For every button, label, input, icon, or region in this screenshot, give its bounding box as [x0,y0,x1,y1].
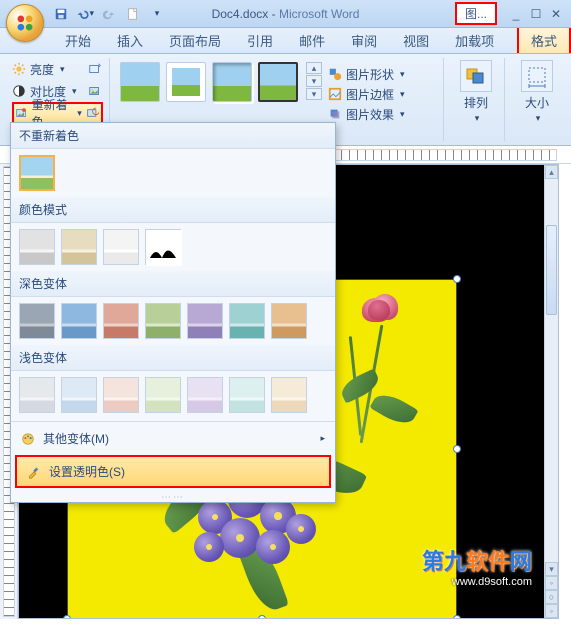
more-variations-item[interactable]: 其他变体(M) ▸ [11,424,335,453]
resize-handle-e[interactable] [453,445,461,453]
maximize-button[interactable]: ☐ [527,6,545,22]
undo-button[interactable]: ▾ [76,5,94,23]
compress-icon[interactable] [87,62,103,76]
tab-picture-format[interactable]: 格式 [517,25,571,53]
section-color-modes: 颜色模式 [11,197,335,223]
qat-customize[interactable]: ▾ [148,5,166,23]
effects-icon [328,107,342,121]
quick-access-toolbar: ▾ ▾ [52,5,166,23]
border-icon [328,87,342,101]
contextual-tab-group-label: 图... [455,2,497,25]
style-scroll-up[interactable]: ▴ [306,62,322,74]
tab-view[interactable]: 视图 [390,26,442,53]
reset-picture-icon[interactable] [86,106,99,120]
arrange-button[interactable]: 排列▾ [454,58,498,124]
dark-variant-3[interactable] [145,303,181,339]
tab-insert[interactable]: 插入 [104,26,156,53]
doc-name: Doc4.docx [212,7,269,21]
picture-options: 图片形状▾ 图片边框▾ 图片效果▾ [328,62,405,124]
light-variant-2[interactable] [103,377,139,413]
light-variant-3[interactable] [145,377,181,413]
window-title: Doc4.docx - Microsoft Word [212,7,360,21]
save-button[interactable] [52,5,70,23]
group-size: 大小▾ [509,58,565,141]
titlebar: ▾ ▾ Doc4.docx - Microsoft Word 图... _ ☐ … [0,0,571,28]
brightness-label: 亮度 [30,61,54,78]
light-variant-4[interactable] [187,377,223,413]
office-logo-icon [15,13,35,33]
office-button[interactable] [6,4,44,42]
scroll-down-button[interactable]: ▾ [545,562,558,576]
resize-handle-sw[interactable] [63,615,71,619]
dark-variant-2[interactable] [103,303,139,339]
window-controls: 图... _ ☐ ✕ [455,2,571,25]
scroll-up-button[interactable]: ▴ [545,165,558,179]
change-picture-icon[interactable] [87,84,103,98]
recolor-dropdown: 不重新着色 颜色模式 深色变体 浅色变体 其他变体(M) ▸ 设置透明色(S) … [10,122,336,503]
picture-style-4[interactable] [258,62,298,102]
eyedropper-icon [27,465,41,479]
resize-handle-ne[interactable] [453,275,461,283]
new-doc-button[interactable] [124,5,142,23]
dropdown-resize-grip[interactable]: ⋯⋯ [11,492,335,502]
color-mode-sepia[interactable] [61,229,97,265]
palette-icon [21,432,35,446]
light-variant-1[interactable] [61,377,97,413]
tab-page-layout[interactable]: 页面布局 [156,26,234,53]
prev-page-button[interactable]: ◦ [545,576,558,590]
dark-variant-5[interactable] [229,303,265,339]
ribbon-tabs: 开始 插入 页面布局 引用 邮件 审阅 视图 加载项 格式 [0,28,571,54]
section-dark-variants: 深色变体 [11,271,335,297]
recolor-icon [16,106,28,120]
size-icon [525,64,549,88]
resize-handle-s[interactable] [258,615,266,619]
tab-addins[interactable]: 加载项 [442,26,507,53]
picture-effects-button[interactable]: 图片效果▾ [328,104,405,124]
picture-style-3[interactable] [212,62,252,102]
recolor-option-none[interactable] [19,155,55,191]
section-light-variants: 浅色变体 [11,345,335,371]
tab-review[interactable]: 审阅 [338,26,390,53]
contrast-icon [12,84,26,98]
set-transparent-color-item[interactable]: 设置透明色(S) [15,455,331,488]
rose-flower [358,290,402,328]
recolor-button[interactable]: 重新着色▾ [12,102,103,124]
style-gallery-scroll: ▴ ▾ ▾ [306,62,322,100]
next-page-button[interactable]: ◦ [545,604,558,618]
picture-style-1[interactable] [120,62,160,102]
brightness-button[interactable]: 亮度▾ [12,58,103,80]
picture-shape-button[interactable]: 图片形状▾ [328,64,405,84]
picture-border-button[interactable]: 图片边框▾ [328,84,405,104]
app-name: Microsoft Word [279,7,359,21]
dark-variant-4[interactable] [187,303,223,339]
redo-button[interactable] [100,5,118,23]
resize-handle-se[interactable] [453,615,461,619]
section-no-recolor: 不重新着色 [11,123,335,149]
light-variant-6[interactable] [271,377,307,413]
tab-home[interactable]: 开始 [52,26,104,53]
tab-mailings[interactable]: 邮件 [286,26,338,53]
color-mode-bw[interactable] [145,229,181,265]
brightness-icon [12,62,26,76]
color-mode-washout[interactable] [103,229,139,265]
light-variant-5[interactable] [229,377,265,413]
style-gallery-more[interactable]: ▾ [306,88,322,100]
scroll-thumb[interactable] [546,225,557,315]
minimize-button[interactable]: _ [507,6,525,22]
group-arrange: 排列▾ [448,58,505,141]
dark-variant-1[interactable] [61,303,97,339]
style-scroll-down[interactable]: ▾ [306,75,322,87]
tab-references[interactable]: 引用 [234,26,286,53]
vertical-scrollbar[interactable]: ▴ ▾ ◦ ○ ◦ [544,165,558,618]
browse-object-button[interactable]: ○ [545,590,558,604]
size-button[interactable]: 大小▾ [515,58,559,124]
light-variant-0[interactable] [19,377,55,413]
close-button[interactable]: ✕ [547,6,565,22]
dark-variant-0[interactable] [19,303,55,339]
dark-variant-6[interactable] [271,303,307,339]
shape-icon [328,67,342,81]
arrange-icon [464,64,488,88]
picture-style-2[interactable] [166,62,206,102]
color-mode-grayscale[interactable] [19,229,55,265]
